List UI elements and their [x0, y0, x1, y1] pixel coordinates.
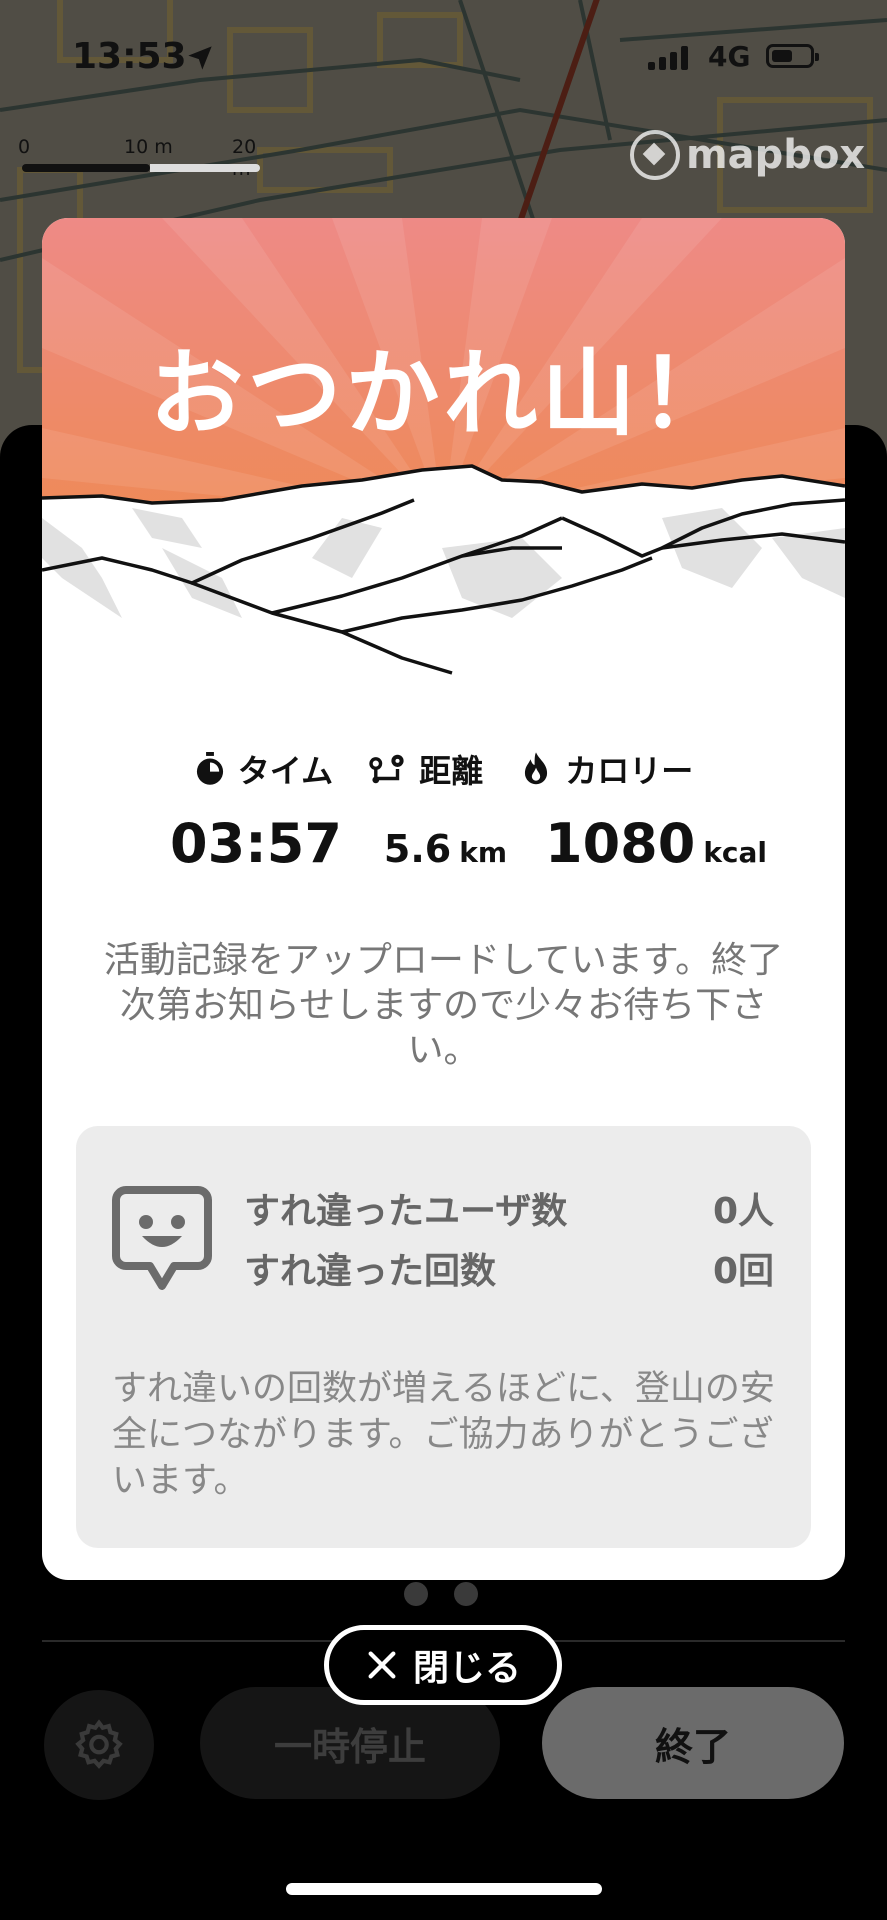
page-indicator	[404, 1582, 478, 1606]
battery-icon	[766, 44, 819, 68]
upload-message: 活動記録をアップロードしています。終了次第お知らせしますので少々お待ち下さい。	[103, 940, 784, 1071]
page-dot	[404, 1582, 428, 1606]
encounter-users-label: すれ違ったユーザ数	[244, 1191, 568, 1232]
signal-icon	[648, 46, 694, 74]
network-type: 4G	[708, 40, 751, 73]
encounter-users-value: 0人	[712, 1191, 774, 1232]
end-button[interactable]: 終了	[542, 1687, 844, 1799]
encounter-count-label: すれ違った回数	[244, 1251, 497, 1292]
encounter-box: すれ違ったユーザ数 0人 すれ違った回数 0回 すれ違いの回数が増えるほどに、登…	[76, 1126, 811, 1548]
stats-values: 03:57 5.6 km 1080 kcal	[170, 812, 767, 875]
status-time: 13:53	[72, 36, 187, 77]
close-button[interactable]: 閉じる	[324, 1625, 562, 1705]
page-dot	[454, 1582, 478, 1606]
stats-labels: タイム 距離 カロリー	[42, 746, 845, 792]
close-label: 閉じる	[412, 1648, 521, 1689]
stat-time: タイム	[194, 746, 333, 792]
flame-icon	[525, 752, 548, 785]
stat-distance: 距離	[369, 746, 483, 792]
route-icon	[369, 754, 404, 784]
calorie-value: 1080	[545, 812, 696, 875]
time-value: 03:57	[170, 812, 342, 875]
smiley-speech-icon	[112, 1186, 212, 1290]
mapbox-attribution[interactable]: mapbox	[630, 130, 865, 180]
stat-calorie: カロリー	[519, 746, 693, 792]
encounter-count-value: 0回	[712, 1251, 774, 1292]
home-indicator[interactable]	[286, 1883, 602, 1895]
scale-label-0: 0	[18, 136, 31, 158]
distance-unit: km	[459, 836, 508, 869]
encounter-users-row: すれ違ったユーザ数 0人	[244, 1182, 774, 1234]
encounter-note: すれ違いの回数が増えるほどに、登山の安全につながります。ご協力ありがとうございま…	[112, 1369, 775, 1501]
summary-modal: おつかれ山！ タイム 距離 カロリー 03:57 5.6 km 1080 kca…	[42, 218, 845, 1580]
settings-button[interactable]	[44, 1690, 154, 1800]
time-label: タイム	[237, 752, 334, 790]
scale-bar	[22, 164, 150, 172]
close-x-icon	[368, 1651, 396, 1679]
scale-label-20: 20 m	[232, 136, 257, 180]
distance-value: 5.6	[383, 827, 452, 871]
mapbox-label: mapbox	[686, 132, 866, 178]
map-scale: 0 10 m 20 m	[18, 136, 260, 180]
stopwatch-icon	[196, 752, 223, 785]
calorie-unit: kcal	[703, 836, 768, 869]
location-arrow-icon	[186, 44, 214, 76]
distance-label: 距離	[419, 752, 484, 790]
encounter-count-row: すれ違った回数 0回	[244, 1242, 774, 1294]
mapbox-logo-icon	[630, 130, 680, 180]
scale-label-10: 10 m	[124, 136, 173, 158]
scale-bar-light	[150, 164, 260, 172]
gear-icon	[75, 1719, 123, 1769]
calorie-label: カロリー	[565, 752, 694, 790]
modal-title: おつかれ山！	[149, 340, 738, 449]
